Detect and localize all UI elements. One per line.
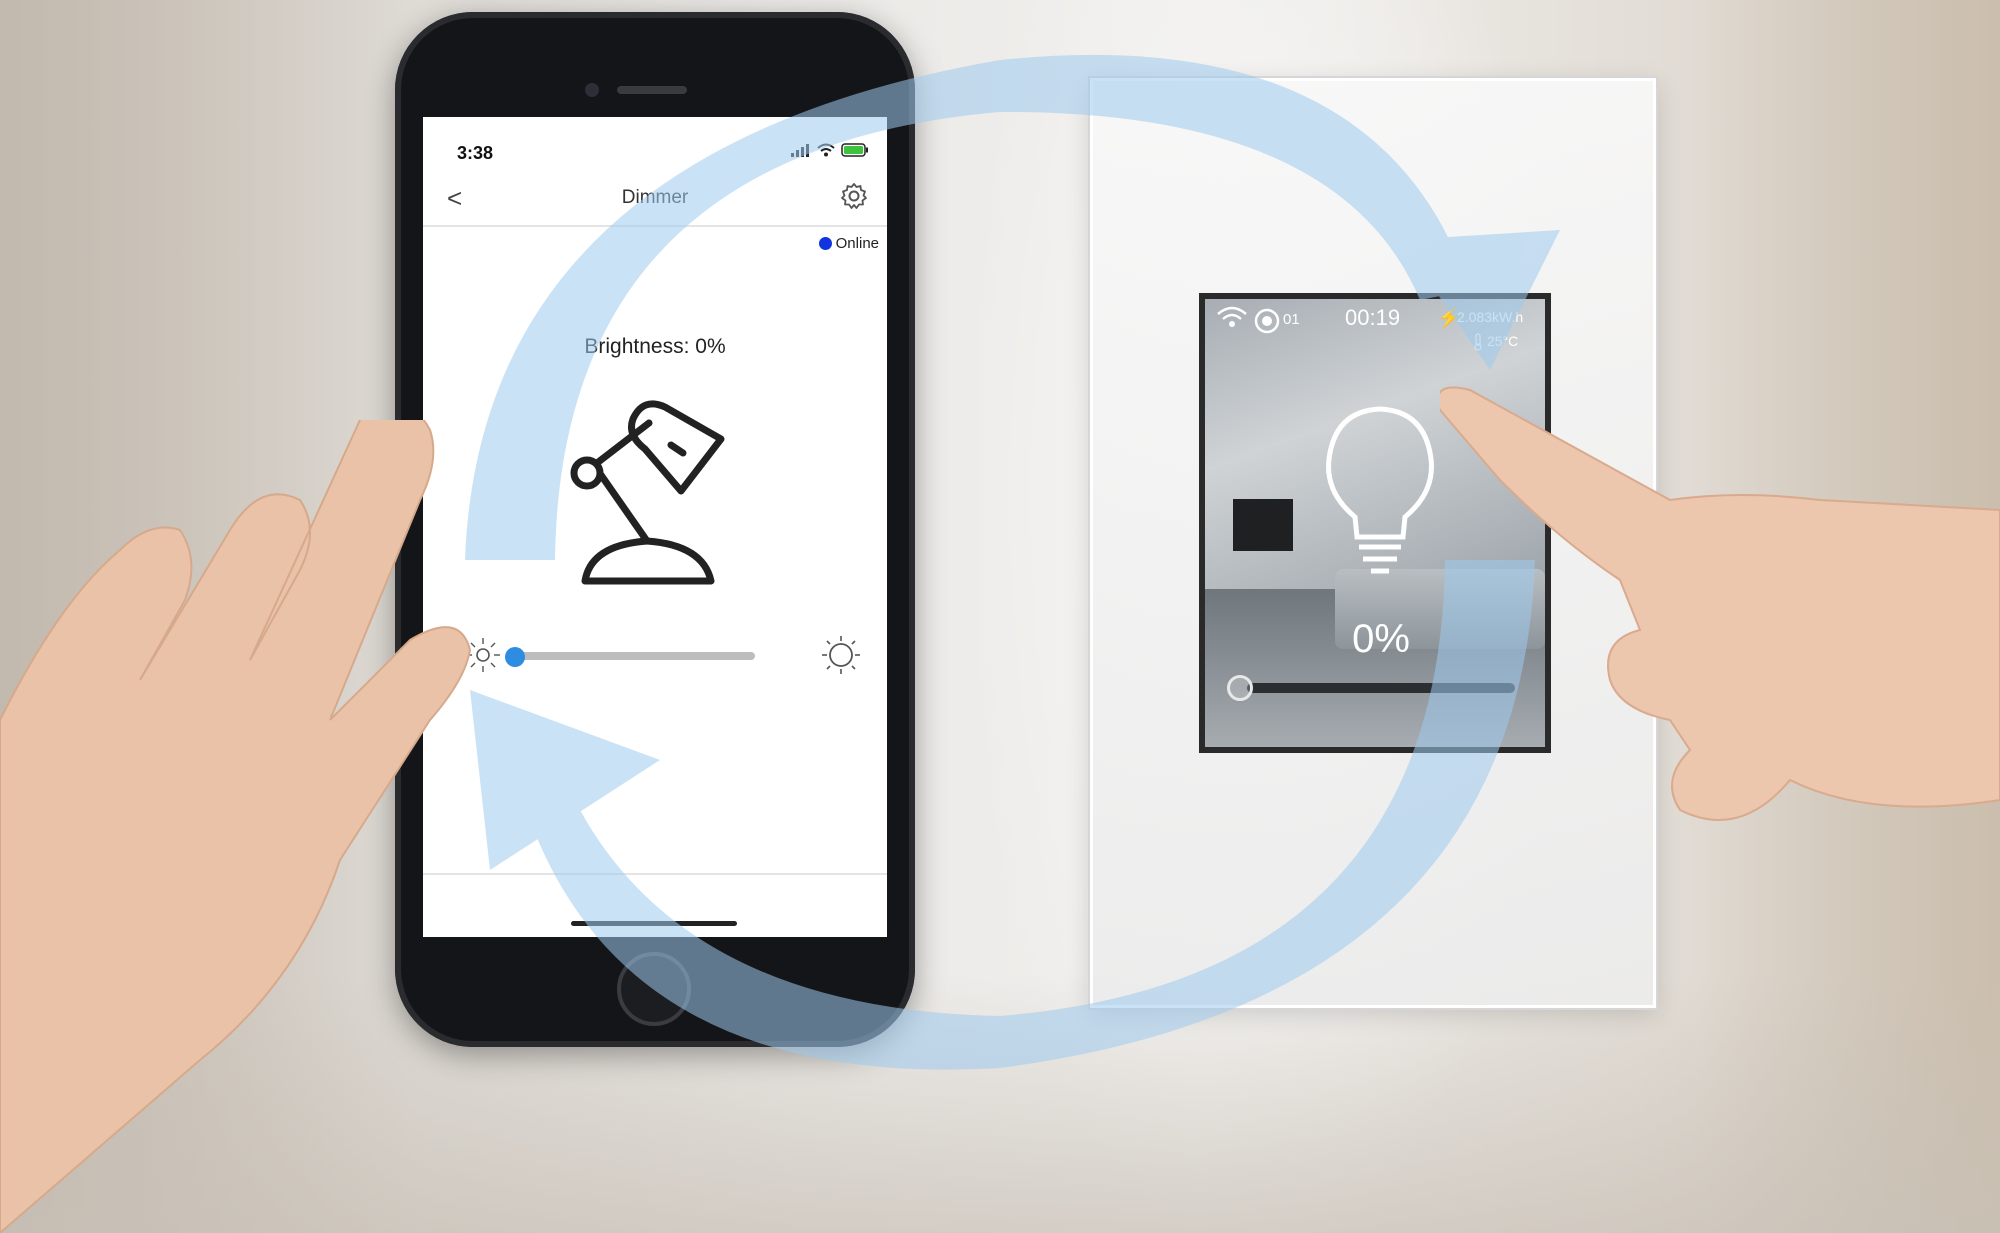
wall-switch-time: 00:19 [1345, 305, 1401, 330]
brightness-label: Brightness: 0% [584, 335, 726, 358]
ring-icon [1254, 308, 1280, 334]
status-icons [791, 143, 869, 157]
sun-bright-icon [822, 636, 860, 674]
signal-icon [791, 144, 809, 157]
status-time: 3:38 [457, 143, 494, 163]
right-hand-image [1440, 386, 2000, 821]
nav-divider [423, 225, 887, 227]
wifi-icon [817, 143, 835, 157]
bottom-divider [423, 873, 887, 875]
wifi-icon [1217, 306, 1247, 327]
temperature-reading: 25°C [1487, 333, 1519, 349]
earpiece-speaker [617, 86, 687, 94]
online-label: Online [835, 235, 879, 252]
left-hand-image [0, 420, 472, 1233]
online-dot [818, 237, 832, 250]
room-tv [1233, 499, 1293, 551]
slider-thumb[interactable] [505, 647, 525, 667]
bulb-icon[interactable] [1315, 397, 1445, 587]
energy-reading: 2.083kW.h [1457, 309, 1524, 325]
page-title: Dimmer [621, 187, 689, 208]
battery-icon [841, 143, 868, 157]
phone-screen: 3:38 < Dimmer Online Brightness: 0% [423, 117, 887, 937]
home-indicator [571, 921, 737, 926]
home-button[interactable] [617, 952, 691, 1026]
wall-switch-status-bar: 01 00:19 ⚡ 2.083kW.h 25°C [1205, 299, 1545, 359]
thermometer-icon [1474, 333, 1482, 351]
online-status: Online [818, 235, 879, 252]
channel-label: 01 [1283, 311, 1300, 328]
front-camera [585, 83, 599, 97]
gear-icon[interactable] [839, 181, 869, 211]
slider-track[interactable] [505, 647, 755, 667]
desk-lamp-icon[interactable] [561, 395, 751, 595]
wall-switch-slider-thumb[interactable] [1227, 675, 1253, 701]
brightness-slider[interactable] [463, 635, 863, 675]
